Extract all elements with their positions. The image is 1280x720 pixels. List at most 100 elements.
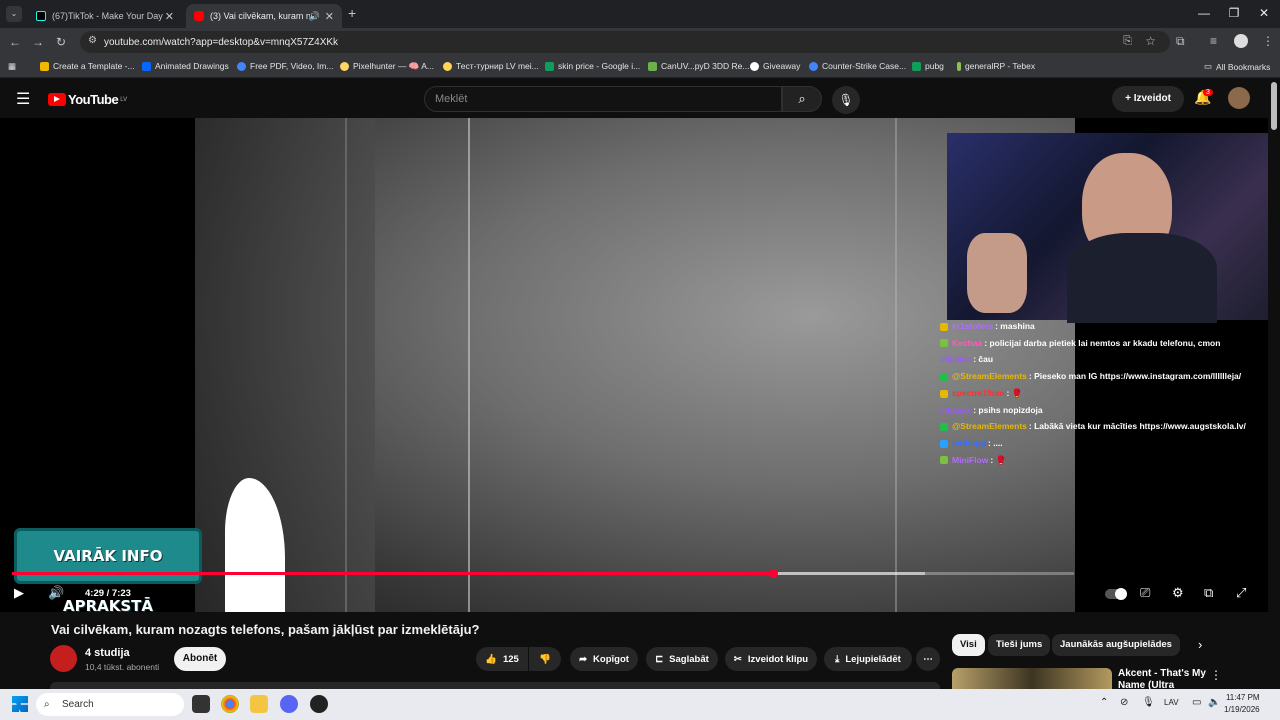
taskbar-search[interactable]: ⌕ Search — [36, 693, 184, 716]
mic-icon[interactable]: 🎙 — [1142, 697, 1155, 708]
file-explorer-icon[interactable] — [250, 695, 268, 713]
chrome-icon[interactable] — [221, 695, 239, 713]
channel-name[interactable]: 4 studija — [85, 647, 130, 659]
speaker-icon[interactable]: 🔊 — [309, 11, 320, 22]
reload-icon[interactable]: ↻ — [56, 35, 66, 49]
subtitles-icon[interactable]: ⎚ — [1140, 585, 1150, 601]
chat-username[interactable]: Kechaa — [952, 338, 982, 348]
bookmark-item[interactable]: Counter-Strike Case... — [809, 61, 906, 71]
tab-search-dropdown[interactable]: ⌄ — [6, 6, 22, 22]
network-icon[interactable]: ⊘ — [1120, 697, 1128, 708]
forward-icon[interactable]: → — [32, 35, 44, 49]
tab-tiktok[interactable]: (67)TikTok - Make Your Day ✕ — [28, 4, 182, 28]
close-tab-icon[interactable]: ✕ — [325, 10, 334, 23]
settings-gear-icon[interactable]: ⚙ — [1172, 585, 1184, 601]
app-icon[interactable] — [310, 695, 328, 713]
clip-button[interactable]: ✂ Izveidot klipu — [725, 647, 817, 671]
fullscreen-icon[interactable]: ⤢ — [1236, 585, 1246, 601]
chip-all[interactable]: Visi — [952, 634, 985, 656]
scrollbar-thumb[interactable] — [1271, 82, 1277, 130]
chat-username[interactable]: vitjaaax — [940, 405, 971, 415]
chat-username[interactable]: @StreamElements — [952, 421, 1027, 431]
chat-username[interactable]: kr1stofers — [952, 321, 993, 331]
bookmark-item[interactable]: Giveaway — [750, 61, 800, 71]
discord-icon[interactable] — [280, 695, 298, 713]
related-title[interactable]: Akcent - That's My Name (Ultra Music) — [1118, 668, 1208, 689]
channel-avatar[interactable] — [50, 645, 77, 672]
address-bar[interactable]: ⚙ youtube.com/watch?app=desktop&v=mnqX57… — [80, 31, 1170, 53]
chat-username[interactable]: vitjaaax — [940, 354, 971, 364]
language-indicator[interactable]: LAV — [1164, 698, 1179, 707]
bookmark-item[interactable]: Animated Drawings — [142, 61, 229, 71]
download-button[interactable]: ⤓ Lejupielādēt — [824, 647, 912, 671]
minimize-icon[interactable]: — — [1194, 6, 1214, 20]
install-app-icon[interactable]: ⎘ — [1123, 35, 1132, 48]
chat-username[interactable]: mrlinqqt — [952, 438, 986, 448]
search-button[interactable]: ⌕ — [782, 86, 822, 112]
bookmark-item[interactable]: Free PDF, Video, Im... — [237, 61, 333, 71]
create-button[interactable]: + Izveidot — [1112, 86, 1184, 112]
film-scratch — [895, 118, 897, 612]
autoplay-toggle[interactable] — [1105, 588, 1127, 600]
apps-grid-icon[interactable]: ▦ — [8, 61, 16, 72]
chat-username[interactable]: @StreamElements — [952, 371, 1027, 381]
chat-badge-icon — [940, 339, 948, 348]
bookmark-item[interactable]: CanUV...pyD 3DD Re... — [648, 61, 750, 71]
bookmark-star-icon[interactable]: ☆ — [1145, 34, 1156, 48]
back-icon[interactable]: ← — [9, 35, 21, 49]
play-icon[interactable]: ▶ — [14, 585, 24, 601]
volume-icon[interactable]: 🔈 — [1208, 697, 1220, 708]
account-avatar[interactable] — [1228, 87, 1250, 109]
tab-youtube[interactable]: (3) Vai cilvēkam, kuram no: 🔊 ✕ — [186, 4, 342, 28]
more-actions-button[interactable]: ⋯ — [916, 647, 940, 671]
hamburger-menu-icon[interactable]: ☰ — [16, 89, 30, 109]
chat-badge-icon — [940, 439, 948, 448]
bookmark-item[interactable]: Pixelhunter — 🧠 A... — [340, 61, 434, 72]
streamer-webcam — [947, 133, 1268, 323]
bookmark-item[interactable]: pubg — [912, 61, 944, 71]
page-scrollbar[interactable] — [1268, 78, 1280, 689]
progress-played — [12, 572, 774, 575]
chip-for-you[interactable]: Tieši jums — [988, 634, 1051, 656]
save-button[interactable]: ⊏ Saglabāt — [646, 647, 718, 671]
related-menu-icon[interactable]: ⋮ — [1210, 668, 1222, 682]
windows-start-icon[interactable] — [12, 696, 28, 712]
bookmark-item[interactable]: skin price - Google i... — [545, 61, 640, 71]
volume-icon[interactable]: 🔊 — [48, 585, 64, 601]
menu-dots-icon[interactable]: ⋮ — [1262, 34, 1274, 48]
voice-search-button[interactable]: 🎙 — [832, 86, 860, 114]
chevron-right-icon[interactable]: › — [1198, 637, 1202, 652]
task-view-icon[interactable] — [192, 695, 210, 713]
bookmark-item[interactable]: generalRP - Tebex — [957, 61, 1035, 71]
share-button[interactable]: ➦ Kopīgot — [570, 647, 638, 671]
related-thumbnail[interactable] — [952, 668, 1112, 689]
display-icon[interactable]: ▭ — [1192, 697, 1201, 708]
chat-username[interactable]: MiniFlow — [952, 455, 988, 465]
youtube-logo[interactable]: YouTube LV — [48, 92, 127, 107]
description-box[interactable] — [50, 682, 940, 689]
close-tab-icon[interactable]: ✕ — [165, 10, 174, 23]
restore-icon[interactable]: ❐ — [1224, 6, 1244, 20]
system-clock[interactable]: 11:47 PM 1/19/2026 — [1224, 692, 1260, 716]
site-info-icon[interactable]: ⚙ — [88, 35, 97, 46]
chat-username[interactable]: spectre19om — [952, 388, 1004, 398]
bookmark-item[interactable]: Тест-турнир LV mei... — [443, 61, 539, 71]
all-bookmarks-folder[interactable]: ▭ All Bookmarks — [1204, 61, 1270, 72]
search-input[interactable]: Meklēt — [424, 86, 782, 112]
profile-avatar[interactable] — [1234, 34, 1248, 48]
dislike-button[interactable]: 👎 — [529, 647, 561, 671]
chat-badge-icon — [940, 422, 948, 431]
youtube-play-logo-icon — [48, 93, 66, 106]
new-tab-button[interactable]: + — [348, 5, 356, 21]
video-player[interactable]: kr1stofers: mashina Kechaa: policijai dar… — [0, 118, 1268, 612]
subscribe-button[interactable]: Abonēt — [174, 647, 226, 671]
tray-chevron-icon[interactable]: ⌃ — [1100, 697, 1108, 708]
extensions-icon[interactable]: ⧉ — [1176, 34, 1185, 49]
chat-text: : 🥊 — [990, 454, 1007, 465]
close-window-icon[interactable]: ✕ — [1254, 6, 1274, 20]
media-icon[interactable]: ≡ — [1210, 34, 1217, 48]
like-button[interactable]: 👍 125 — [476, 647, 528, 671]
miniplayer-icon[interactable]: ⧉ — [1204, 585, 1213, 601]
chip-recent-uploads[interactable]: Jaunākās augšupielādes — [1052, 634, 1180, 656]
bookmark-item[interactable]: Create a Template -... — [40, 61, 135, 71]
